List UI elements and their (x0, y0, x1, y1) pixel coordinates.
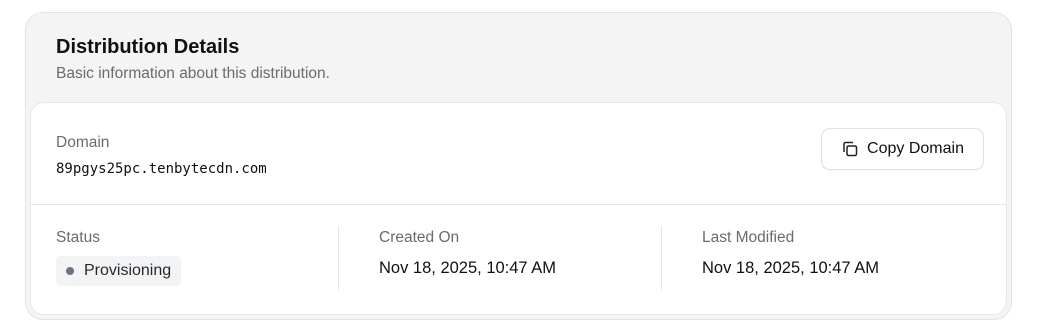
domain-value: 89pgys25pc.tenbytecdn.com (56, 161, 267, 177)
info-section: Status Provisioning Created On Nov 18, 2… (31, 204, 1006, 315)
modified-field: Last Modified Nov 18, 2025, 10:47 AM (702, 228, 879, 278)
column-divider (661, 226, 662, 290)
copy-icon (841, 140, 859, 158)
copy-domain-button[interactable]: Copy Domain (821, 128, 984, 170)
status-field: Status Provisioning (56, 228, 182, 286)
created-label: Created On (379, 229, 460, 246)
card-header: Distribution Details Basic information a… (56, 35, 330, 84)
column-divider (338, 226, 339, 290)
card-subtitle: Basic information about this distributio… (56, 65, 330, 82)
card-title: Distribution Details (56, 36, 240, 58)
domain-section: Domain 89pgys25pc.tenbytecdn.com Copy Do… (31, 103, 1006, 205)
status-badge: Provisioning (56, 256, 182, 286)
status-value: Provisioning (84, 262, 172, 279)
copy-domain-label: Copy Domain (867, 140, 964, 157)
status-label: Status (56, 229, 100, 246)
modified-value: Nov 18, 2025, 10:47 AM (702, 259, 880, 277)
details-panel: Domain 89pgys25pc.tenbytecdn.com Copy Do… (30, 102, 1007, 315)
status-dot-icon (66, 267, 74, 275)
created-field: Created On Nov 18, 2025, 10:47 AM (379, 228, 556, 278)
modified-label: Last Modified (702, 229, 795, 246)
domain-label: Domain (56, 134, 110, 151)
created-value: Nov 18, 2025, 10:47 AM (379, 259, 557, 277)
distribution-details-card: Distribution Details Basic information a… (25, 12, 1012, 320)
